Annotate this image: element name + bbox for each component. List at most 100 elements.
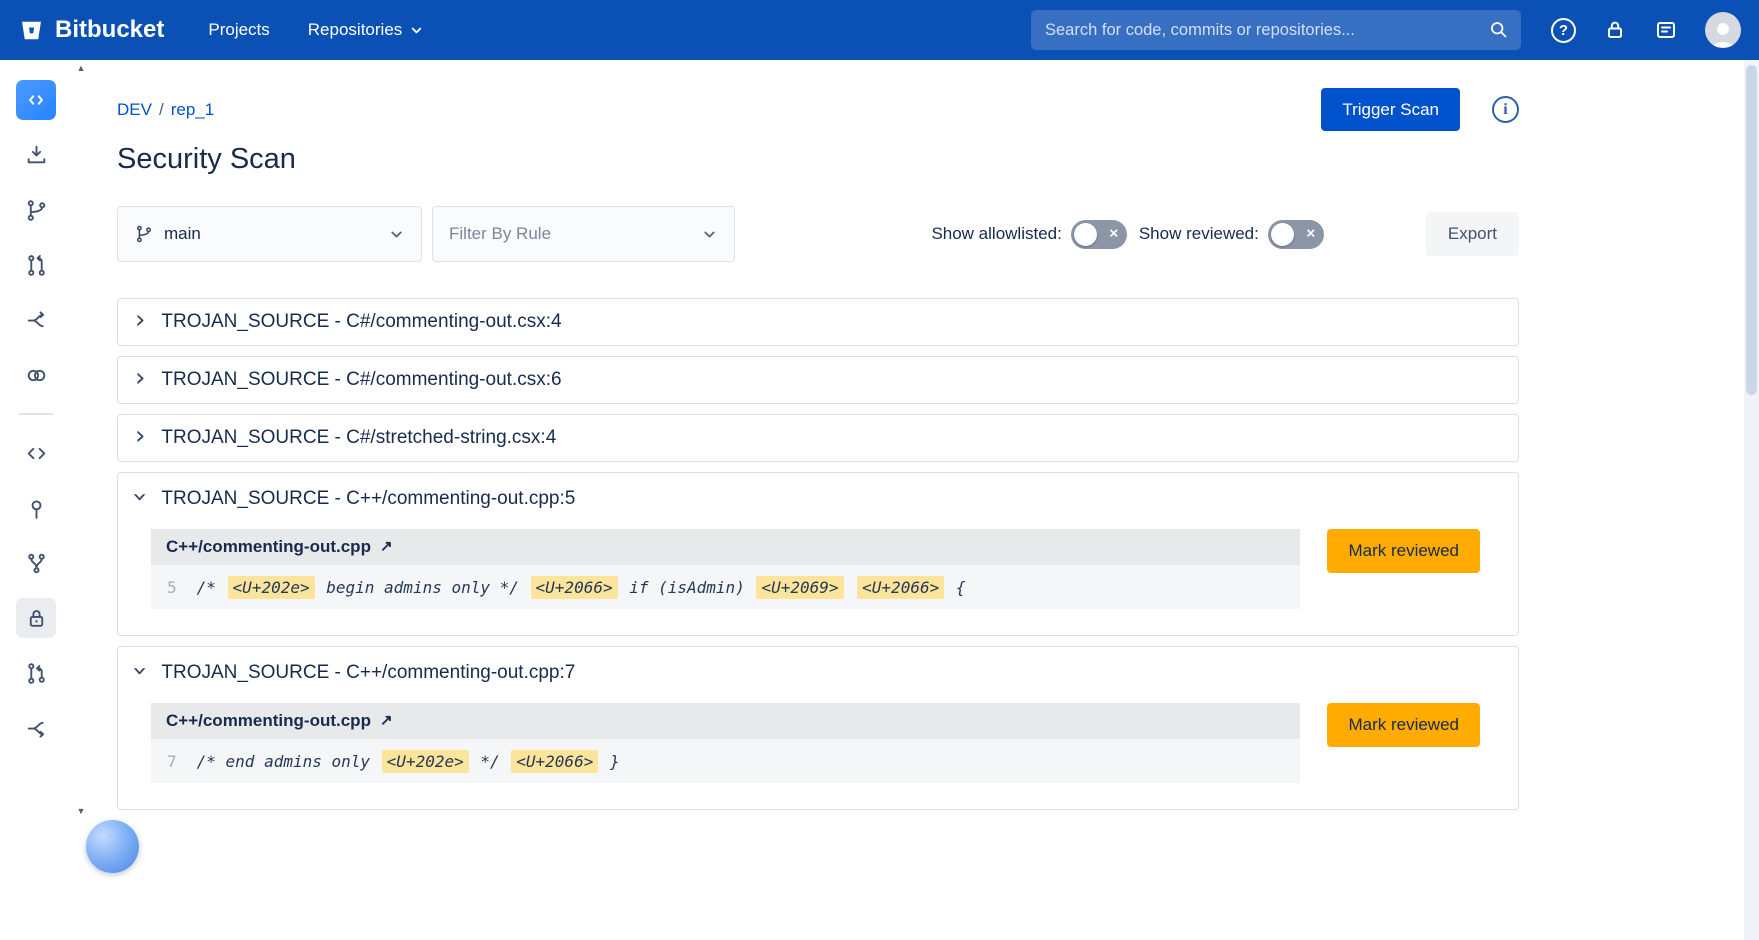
lock-icon[interactable] [1603,18,1627,42]
avatar[interactable] [1705,12,1741,48]
finding-header[interactable]: ›TROJAN_SOURCE - C++/commenting-out.cpp:… [118,647,1518,699]
branch-icon [134,224,154,244]
unicode-token-highlight: <U+202e> [228,576,315,599]
sidebar-item-branches[interactable] [16,543,56,583]
search-input[interactable] [1031,10,1521,50]
finding-card: ›TROJAN_SOURCE - C#/commenting-out.csx:4 [117,298,1519,346]
finding-title: TROJAN_SOURCE - C#/commenting-out.csx:6 [161,369,561,391]
finding-header[interactable]: › TROJAN_SOURCE - C++/commenting-out.cpp:… [118,473,1518,525]
line-number: 7 [167,752,177,771]
finding-title: TROJAN_SOURCE - C#/stretched-string.csx:… [161,427,556,449]
mark-reviewed-button[interactable]: Mark reviewed [1327,529,1480,573]
code-segment: { [946,578,965,597]
external-link-icon: ↗ [380,711,393,729]
file-link[interactable]: C++/commenting-out.cpp ↗ [151,703,1300,739]
finding-header[interactable]: › TROJAN_SOURCE - C#/commenting-out.csx:6 [118,357,1518,403]
breadcrumb-repo-link[interactable]: rep_1 [171,100,214,119]
line-number: 5 [167,578,177,597]
toggle-knob [1271,223,1294,246]
code-text: /* <U+202e> begin admins only */ <U+2066… [197,578,966,597]
brand-name: Bitbucket [55,16,164,44]
sidebar-item-clone[interactable] [16,135,56,175]
fork-icon [24,716,49,741]
repo-avatar-icon [25,89,47,111]
finding-card: › TROJAN_SOURCE - C#/stretched-string.csx… [117,414,1519,462]
code-segment: if (isAdmin) [620,578,755,597]
sidebar-item-pull-request-2[interactable] [16,653,56,693]
export-button[interactable]: Export [1426,212,1519,256]
rule-filter-placeholder: Filter By Rule [449,224,551,244]
vertical-scrollbar[interactable] [1744,60,1759,940]
deployments-icon [24,363,49,388]
sidebar-item-branch[interactable] [16,190,56,230]
finding-card: › TROJAN_SOURCE - C++/commenting-out.cpp:… [117,472,1519,636]
finding-body: C++/commenting-out.cpp↗ 5 /* <U+202e> begi… [118,525,1518,635]
finding-header[interactable]: › TROJAN_SOURCE - C#/stretched-string.csx… [118,415,1518,461]
global-search [1031,10,1521,50]
nav-repositories[interactable]: Repositories [308,20,425,40]
breadcrumb-project-link[interactable]: DEV [117,100,152,119]
finding-card: › TROJAN_SOURCE - C#/commenting-out.csx:6 [117,356,1519,404]
help-icon[interactable]: ? [1551,18,1576,43]
chevron-down-icon: › [127,492,153,502]
chevron-right-icon: › [135,365,145,391]
pull-request-icon [24,253,49,278]
commit-icon [24,496,49,521]
code-segment: /* [197,578,226,597]
top-navbar: Bitbucket Projects Repositories ? [0,0,1759,60]
sidebar-item-code[interactable] [16,433,56,473]
chevron-right-icon: › [135,423,145,449]
branch-select[interactable]: main [117,206,422,262]
sidebar-divider [19,413,53,415]
code-line: 5 /* <U+202e> begin admins only */ <U+206… [151,565,1300,609]
feedback-icon[interactable] [1654,18,1678,42]
chevron-down-icon [701,226,718,243]
branch-icon [24,198,49,223]
info-icon[interactable]: i [1492,96,1519,123]
file-name: C++/commenting-out.cpp [166,711,371,731]
finding-header[interactable]: ›TROJAN_SOURCE - C#/commenting-out.csx:4 [118,299,1518,345]
security-lock-icon [24,606,49,631]
code-segment: /* end admins only [197,752,380,771]
sidebar-item-repo-avatar[interactable] [16,80,56,120]
scrollbar-thumb[interactable] [1746,65,1757,395]
show-allowlisted-toggle[interactable]: ✕ [1071,220,1127,249]
rule-filter-select[interactable]: Filter By Rule [432,206,735,262]
main-panel: DEV/rep_1 Trigger Scan i Security Scan m… [89,60,1744,940]
finding-title: TROJAN_SOURCE - C++/commenting-out.cpp:5 [161,488,575,510]
code-panel: C++/commenting-out.cpp↗ 5 /* <U+202e> begi… [151,529,1300,609]
sidebar-item-commit[interactable] [16,488,56,528]
show-reviewed-label: Show reviewed: [1139,224,1259,244]
file-name: C++/commenting-out.cpp [166,537,371,557]
chevron-down-icon: › [127,666,153,676]
unicode-token-highlight: <U+2069> [756,576,843,599]
chevron-down-icon [388,226,405,243]
unicode-token-highlight: <U+202e> [382,750,469,773]
toggle-off-x-icon: ✕ [1109,227,1119,241]
bitbucket-mark-icon [18,17,45,44]
sidebar-item-pipelines[interactable] [16,300,56,340]
sidebar-scroll-down-icon[interactable]: ▼ [74,806,88,816]
code-segment: */ [471,752,510,771]
page-title: Security Scan [117,143,1519,176]
mark-reviewed-button[interactable]: Mark reviewed [1327,703,1480,747]
sidebar-scroll-up-icon[interactable]: ▲ [74,63,88,73]
search-icon [1488,19,1509,40]
branches-icon [24,551,49,576]
show-reviewed-toggle[interactable]: ✕ [1268,220,1324,249]
onboarding-bubble[interactable] [86,820,139,873]
findings-list: ›TROJAN_SOURCE - C#/commenting-out.csx:4… [117,298,1519,810]
sidebar-item-fork[interactable] [16,708,56,748]
file-link[interactable]: C++/commenting-out.cpp↗ [151,529,1300,565]
sidebar-item-security-lock[interactable] [16,598,56,638]
toggle-knob [1074,223,1097,246]
trigger-scan-button[interactable]: Trigger Scan [1321,88,1460,131]
unicode-token-highlight: <U+2066> [857,576,944,599]
sidebar-item-pull-request[interactable] [16,245,56,285]
bitbucket-logo[interactable]: Bitbucket [18,16,164,44]
sidebar-item-deployments[interactable] [16,355,56,395]
nav-projects[interactable]: Projects [208,20,269,40]
clone-icon [24,143,49,168]
finding-body: C++/commenting-out.cpp ↗ 7 /* end admins on… [118,699,1518,809]
chevron-right-icon: › [135,307,145,333]
